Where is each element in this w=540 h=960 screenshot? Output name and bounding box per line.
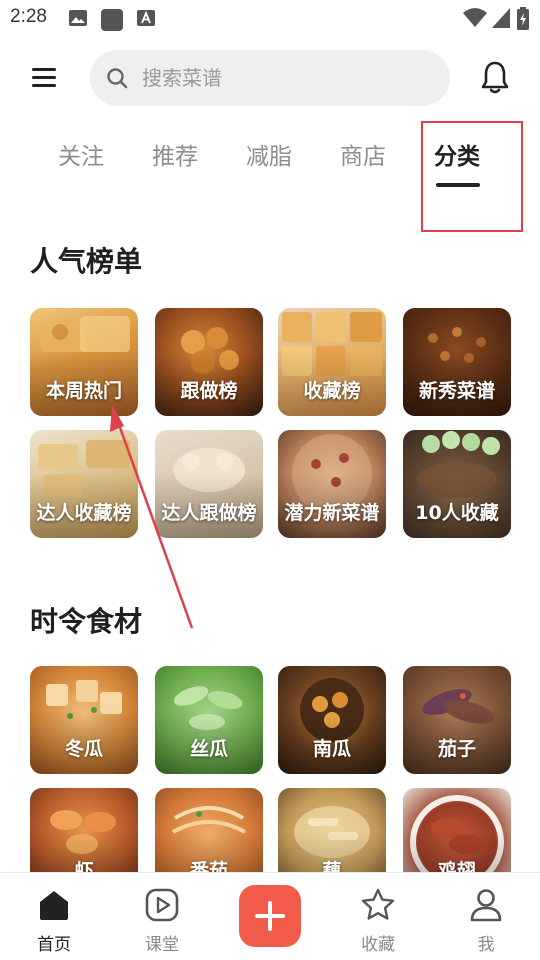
- tab-store[interactable]: 商店: [340, 137, 386, 171]
- category-tile[interactable]: 冬瓜: [30, 666, 138, 774]
- image-icon: [69, 10, 87, 26]
- tile-label: 茄子: [437, 738, 476, 760]
- tile-label: 潜力新菜谱: [284, 502, 380, 524]
- category-tile[interactable]: 收藏榜: [278, 308, 386, 416]
- tile-label: 收藏榜: [303, 380, 361, 402]
- bell-icon: [481, 61, 509, 94]
- tab-follow[interactable]: 关注: [58, 137, 104, 171]
- nav-item-classroom[interactable]: 课堂: [122, 873, 202, 960]
- plus-icon: [255, 901, 285, 931]
- section-title-seasonal: 时令食材: [30, 605, 143, 638]
- tile-label: 冬瓜: [64, 738, 103, 760]
- add-recipe-button[interactable]: [239, 885, 301, 947]
- profile-icon: [470, 889, 502, 922]
- nav-item-home[interactable]: 首页: [14, 873, 94, 960]
- status-time: 2:28: [10, 6, 47, 27]
- category-tile[interactable]: 南瓜: [278, 666, 386, 774]
- tile-label: 达人跟做榜: [161, 502, 257, 524]
- search-bar[interactable]: [90, 50, 450, 106]
- tile-label: 丝瓜: [189, 738, 228, 760]
- search-icon: [107, 68, 128, 89]
- play-icon: [145, 888, 179, 922]
- hamburger-menu-icon: [32, 68, 56, 87]
- nav-item-me[interactable]: 我: [446, 873, 526, 960]
- category-tile[interactable]: 10人收藏: [403, 430, 511, 538]
- tile-label: 10人收藏: [415, 502, 499, 524]
- tab-fat-loss[interactable]: 减脂: [246, 137, 292, 171]
- tile-label: 跟做榜: [180, 380, 238, 402]
- battery-charging-icon: [517, 7, 529, 30]
- section-title-popular: 人气榜单: [30, 245, 143, 278]
- app-square-icon: [101, 9, 123, 31]
- category-tile[interactable]: 新秀菜谱: [403, 308, 511, 416]
- category-tile[interactable]: 丝瓜: [155, 666, 263, 774]
- status-bar: 2:28: [0, 0, 540, 38]
- nav-label: 收藏: [361, 935, 395, 955]
- nav-item-favorites[interactable]: 收藏: [338, 873, 418, 960]
- nav-label: 我: [477, 935, 495, 955]
- notification-button[interactable]: [478, 60, 512, 96]
- category-tile[interactable]: 茄子: [403, 666, 511, 774]
- menu-button[interactable]: [26, 62, 64, 94]
- a-box-icon: [137, 10, 155, 26]
- category-tile[interactable]: 跟做榜: [155, 308, 263, 416]
- nav-label: 首页: [37, 935, 71, 955]
- search-input[interactable]: [142, 50, 432, 106]
- nav-label: 课堂: [145, 935, 179, 955]
- tile-label: 本周热门: [45, 380, 122, 402]
- annotation-highlight-box: [421, 121, 523, 232]
- tab-recommend[interactable]: 推荐: [152, 137, 198, 171]
- star-icon: [361, 888, 395, 920]
- home-icon: [40, 891, 68, 920]
- category-tile[interactable]: 达人收藏榜: [30, 430, 138, 538]
- category-tile[interactable]: 达人跟做榜: [155, 430, 263, 538]
- tile-label: 达人收藏榜: [36, 502, 132, 524]
- category-tile[interactable]: 本周热门: [30, 308, 138, 416]
- wifi-icon: [463, 8, 487, 27]
- category-tile[interactable]: 潜力新菜谱: [278, 430, 386, 538]
- tile-label: 新秀菜谱: [418, 380, 495, 402]
- signal-icon: [492, 8, 510, 28]
- tile-label: 南瓜: [312, 738, 351, 760]
